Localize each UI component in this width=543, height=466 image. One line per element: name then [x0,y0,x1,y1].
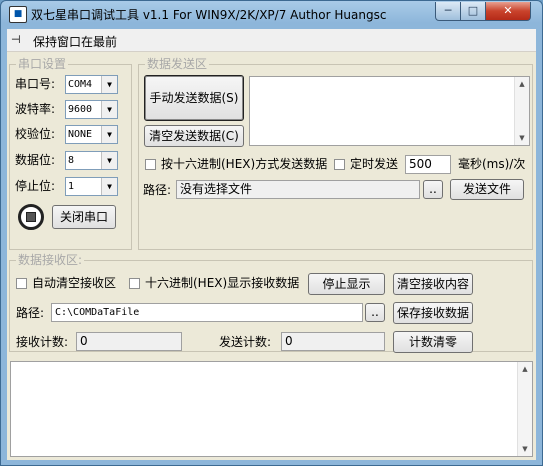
port-label: 串口号: [15,77,56,91]
app-window: ■ 双七星串口调试工具 v1.1 For WIN9X/2K/XP/7 Autho… [0,0,543,466]
receive-count-label: 接收计数: [16,335,69,349]
auto-clear-label: 自动清空接收区 [32,276,117,290]
count-clear-button[interactable]: 计数清零 [393,331,473,353]
receive-path-label: 路径: [16,306,45,320]
stop-bits-value: 1 [68,181,75,192]
manual-send-button[interactable]: 手动发送数据(S) [144,75,244,121]
port-select[interactable]: COM4 ▼ [65,75,118,94]
parity-value: NONE [68,129,93,140]
send-browse-button[interactable]: .. [423,180,443,199]
data-bits-value: 8 [68,155,75,166]
data-bits-select[interactable]: 8 ▼ [65,151,118,170]
receive-textarea[interactable]: ▲ ▼ [10,361,533,457]
save-receive-button[interactable]: 保存接收数据 [393,302,473,324]
timed-send-label: 定时发送 [350,157,399,171]
maximize-button[interactable]: □ [460,2,486,21]
scroll-up-icon[interactable]: ▲ [515,77,529,91]
send-path-label: 路径: [143,183,172,197]
receive-path-input[interactable]: C:\COMDaTaFile [51,303,363,322]
window-title: 双七星串口调试工具 v1.1 For WIN9X/2K/XP/7 Author … [31,8,387,22]
minimize-button[interactable]: ─ [435,2,461,21]
stop-display-button[interactable]: 停止显示 [308,273,385,295]
send-path-input[interactable]: 没有选择文件 [176,180,420,199]
baud-value: 9600 [68,104,93,115]
clear-send-button[interactable]: 清空发送数据(C) [144,125,244,147]
send-count-label: 发送计数: [219,335,272,349]
scroll-down-icon[interactable]: ▼ [518,442,532,456]
pin-icon[interactable]: ⊣ [11,33,21,46]
chevron-down-icon[interactable]: ▼ [101,126,117,143]
timed-send-checkbox[interactable] [334,159,345,170]
close-port-button[interactable]: 关闭串口 [52,205,116,229]
baud-label: 波特率: [15,102,56,116]
port-status-core [26,212,36,222]
menu-bar: ⊣ 保持窗口在最前 [7,29,536,52]
chevron-down-icon[interactable]: ▼ [101,178,117,195]
chevron-down-icon[interactable]: ▼ [101,76,117,93]
title-bar[interactable]: ■ 双七星串口调试工具 v1.1 For WIN9X/2K/XP/7 Autho… [1,1,542,27]
chevron-down-icon[interactable]: ▼ [101,101,117,118]
receive-browse-button[interactable]: .. [365,303,385,322]
parity-label: 校验位: [15,127,56,141]
baud-select[interactable]: 9600 ▼ [65,100,118,119]
app-icon: ■ [9,6,27,23]
serial-settings-legend: 串口设置 [16,57,69,71]
parity-select[interactable]: NONE ▼ [65,125,118,144]
port-status-icon [18,204,44,230]
port-value: COM4 [68,79,93,90]
hex-send-checkbox[interactable] [145,159,156,170]
clear-receive-button[interactable]: 清空接收内容 [393,273,473,295]
scroll-up-icon[interactable]: ▲ [518,362,532,376]
close-button[interactable]: ✕ [485,2,531,21]
interval-input[interactable]: 500 [405,155,451,174]
receive-area-legend: 数据接收区: [16,253,85,267]
hex-display-label: 十六进制(HEX)显示接收数据 [145,276,300,290]
hex-display-checkbox[interactable] [129,278,140,289]
send-area-legend: 数据发送区 [145,57,210,71]
receive-scrollbar[interactable]: ▲ ▼ [517,362,532,456]
chevron-down-icon[interactable]: ▼ [101,152,117,169]
stop-bits-select[interactable]: 1 ▼ [65,177,118,196]
hex-send-label: 按十六进制(HEX)方式发送数据 [161,157,328,171]
interval-unit-label: 毫秒(ms)/次 [458,157,526,171]
send-count-value: 0 [281,332,385,351]
keep-top-menu-item[interactable]: 保持窗口在最前 [33,33,117,50]
data-bits-label: 数据位: [15,153,56,167]
client-area: ⊣ 保持窗口在最前 串口设置 串口号: COM4 ▼ 波特率: 9600 ▼ 校… [7,29,536,460]
send-file-button[interactable]: 发送文件 [450,179,524,200]
send-scrollbar[interactable]: ▲ ▼ [514,77,529,145]
receive-count-value: 0 [76,332,182,351]
auto-clear-checkbox[interactable] [16,278,27,289]
stop-bits-label: 停止位: [15,179,56,193]
send-textarea[interactable]: ▲ ▼ [249,76,530,146]
scroll-down-icon[interactable]: ▼ [515,131,529,145]
